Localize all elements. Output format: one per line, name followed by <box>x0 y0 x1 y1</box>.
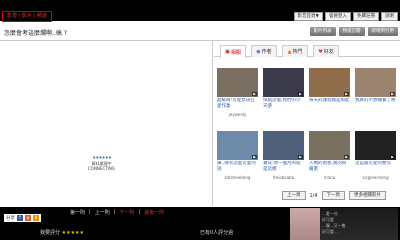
video-thumbnail[interactable]: ▶ <box>217 131 258 160</box>
page-title: 怎麼會考這麼爛啊..搞 ? <box>4 30 67 37</box>
video-thumbnail[interactable]: ▶ <box>217 68 258 97</box>
play-icon: ▶ <box>390 92 395 96</box>
related-icon: ▣ <box>225 49 230 55</box>
subscribe-button[interactable]: 頻道訂閱 <box>338 27 365 36</box>
video-title[interactable]: 快點這個,我們的小天使 <box>263 98 304 109</box>
loading-indicator: •••••• 資料處理中 CONNECTING <box>88 155 115 172</box>
video-card[interactable]: ▶ 每天的課程總是如此 <box>309 68 350 128</box>
video-user[interactable]: jeyweely <box>217 112 258 117</box>
video-list-button[interactable]: 影片列表 <box>309 27 336 36</box>
friends-icon: ♥ <box>318 48 323 55</box>
video-thumbnail[interactable]: ▶ <box>309 131 350 160</box>
first-link[interactable]: 第一則 <box>70 209 85 216</box>
play-icon: ▶ <box>298 155 303 159</box>
share-label: 分享 <box>6 216 15 221</box>
register-link[interactable]: 免費註冊 <box>353 12 379 21</box>
last-link[interactable]: 最後一則 <box>144 209 164 216</box>
video-card[interactable]: ▶ 陳..哪有這麼可愛的說 katsheebeng <box>217 131 258 191</box>
video-thumbnail[interactable]: ▶ <box>263 131 304 160</box>
episode-nav: 第一則 | 上一則 | 下一則 | 最後一則 <box>70 209 165 216</box>
video-user[interactable]: katsheebeng <box>217 175 258 180</box>
home-link[interactable]: 影音首頁▼ <box>293 12 323 21</box>
video-title[interactable]: 陳..哪有這麼可愛的說 <box>217 161 258 172</box>
rating-label: 我要評分 <box>40 230 61 236</box>
play-icon: ▶ <box>344 155 349 159</box>
video-user[interactable]: slcgleecheng <box>355 175 396 180</box>
page-indicator: 1/4 <box>309 192 318 199</box>
video-title[interactable]: 寶貝:你一個月的就是這樣 <box>263 161 304 172</box>
top-bar: 影音 | 影片 | 頻道 影音首頁▼ 會員登入 免費註冊 說明 <box>0 0 400 22</box>
video-card[interactable]: ▶ 寶貝:你一個月的就是這樣 fmiobeaba <box>263 131 304 191</box>
profile-photo <box>290 208 320 240</box>
pagination: 上一頁 1/4 下一頁 更多相關影片 <box>282 191 387 200</box>
tab-author[interactable]: ◉ 作者 <box>251 45 277 57</box>
video-player[interactable]: •••••• 資料處理中 CONNECTING <box>0 41 213 206</box>
login-link[interactable]: 會員登入 <box>325 12 351 21</box>
video-thumbnail[interactable]: ▶ <box>355 68 396 97</box>
tab-bar: ▣ 相關 ◉ 作者 ▲ 熱門 ♥ 好友 <box>214 41 400 58</box>
help-link[interactable]: 說明 <box>381 12 398 21</box>
tab-friends[interactable]: ♥ 好友 <box>313 45 339 57</box>
video-title[interactable]: 這是最可愛的嬰兒 <box>355 161 396 172</box>
video-user[interactable]: fmiobeaba <box>263 175 304 180</box>
more-videos-button[interactable]: 更多相關影片 <box>349 191 387 200</box>
video-grid: ▶ 超級萌!可愛女孩狂愛作業 jeyweely ▶ 快點這個,我們的小天使 ▶ … <box>217 68 397 191</box>
add-citation-button[interactable]: 新增到引用 <box>367 27 398 36</box>
question-bar: 怎麼會考這麼爛啊..搞 ? 影片列表 頻道訂閱 新增到引用 <box>0 24 400 41</box>
blog-icon[interactable]: b <box>33 215 39 221</box>
play-icon: ▶ <box>344 92 349 96</box>
play-icon: ▶ <box>252 92 257 96</box>
prev-page-button[interactable]: 上一頁 <box>282 191 306 200</box>
tab-hot[interactable]: ▲ 熱門 <box>282 45 308 57</box>
play-icon: ▶ <box>298 92 303 96</box>
connecting-text: CONNECTING <box>88 166 115 171</box>
video-title[interactable]: 人類的爸爸,真的很厲害 <box>309 161 350 172</box>
plurk-icon[interactable]: p <box>25 215 31 221</box>
bottom-bar: 第一則 | 上一則 | 下一則 | 最後一則 分享 f p b 我要評分 ★★★… <box>0 207 400 240</box>
video-card[interactable]: ▶ 快點這個,我們的小天使 <box>263 68 304 128</box>
next-page-button[interactable]: 下一頁 <box>321 191 346 200</box>
next-link[interactable]: 下一則 <box>119 209 134 216</box>
play-icon: ▶ <box>252 155 257 159</box>
video-user[interactable]: mana <box>309 175 350 180</box>
related-panel: ▣ 相關 ◉ 作者 ▲ 熱門 ♥ 好友 ▶ 超級萌!可愛女孩狂愛作業 jeyweely … <box>214 41 400 206</box>
author-icon: ◉ <box>256 48 261 55</box>
profile-text: ...愛一分. 好可愛 ...喔...又一隻 好可愛... <box>322 211 346 234</box>
video-card[interactable]: ▶ 這是最可愛的嬰兒 slcgleecheng <box>355 131 396 191</box>
video-card[interactable]: ▶ 人類的爸爸,真的很厲害 mana <box>309 131 350 191</box>
video-card[interactable]: ▶ 我真的不想睡覺了啊 <box>355 68 396 128</box>
video-thumbnail[interactable]: ▶ <box>263 68 304 97</box>
hot-icon: ▲ <box>287 48 292 55</box>
video-title[interactable]: 超級萌!可愛女孩狂愛作業 <box>217 98 258 109</box>
play-icon: ▶ <box>390 155 395 159</box>
share-bar: 分享 f p b <box>4 214 41 222</box>
video-thumbnail[interactable]: ▶ <box>309 68 350 97</box>
rating: 我要評分 ★★★★★ <box>40 229 84 236</box>
video-thumbnail[interactable]: ▶ <box>355 131 396 160</box>
video-card[interactable]: ▶ 超級萌!可愛女孩狂愛作業 jeyweely <box>217 68 258 128</box>
video-title[interactable]: 每天的課程總是如此 <box>309 98 350 109</box>
video-title[interactable]: 我真的不想睡覺了啊 <box>355 98 396 109</box>
profile-banner[interactable]: ...愛一分. 好可愛 ...喔...又一隻 好可愛... <box>290 208 398 240</box>
tab-related[interactable]: ▣ 相關 <box>220 45 246 58</box>
star-rating[interactable]: ★★★★★ <box>62 230 84 236</box>
site-logo[interactable]: 影音 | 影片 | 頻道 <box>2 11 52 22</box>
rating-count: 已有0人評分過 <box>200 230 234 236</box>
facebook-icon[interactable]: f <box>17 215 23 221</box>
top-links: 影音首頁▼ 會員登入 免費註冊 說明 <box>293 12 398 21</box>
prev-link[interactable]: 上一則 <box>95 209 110 216</box>
